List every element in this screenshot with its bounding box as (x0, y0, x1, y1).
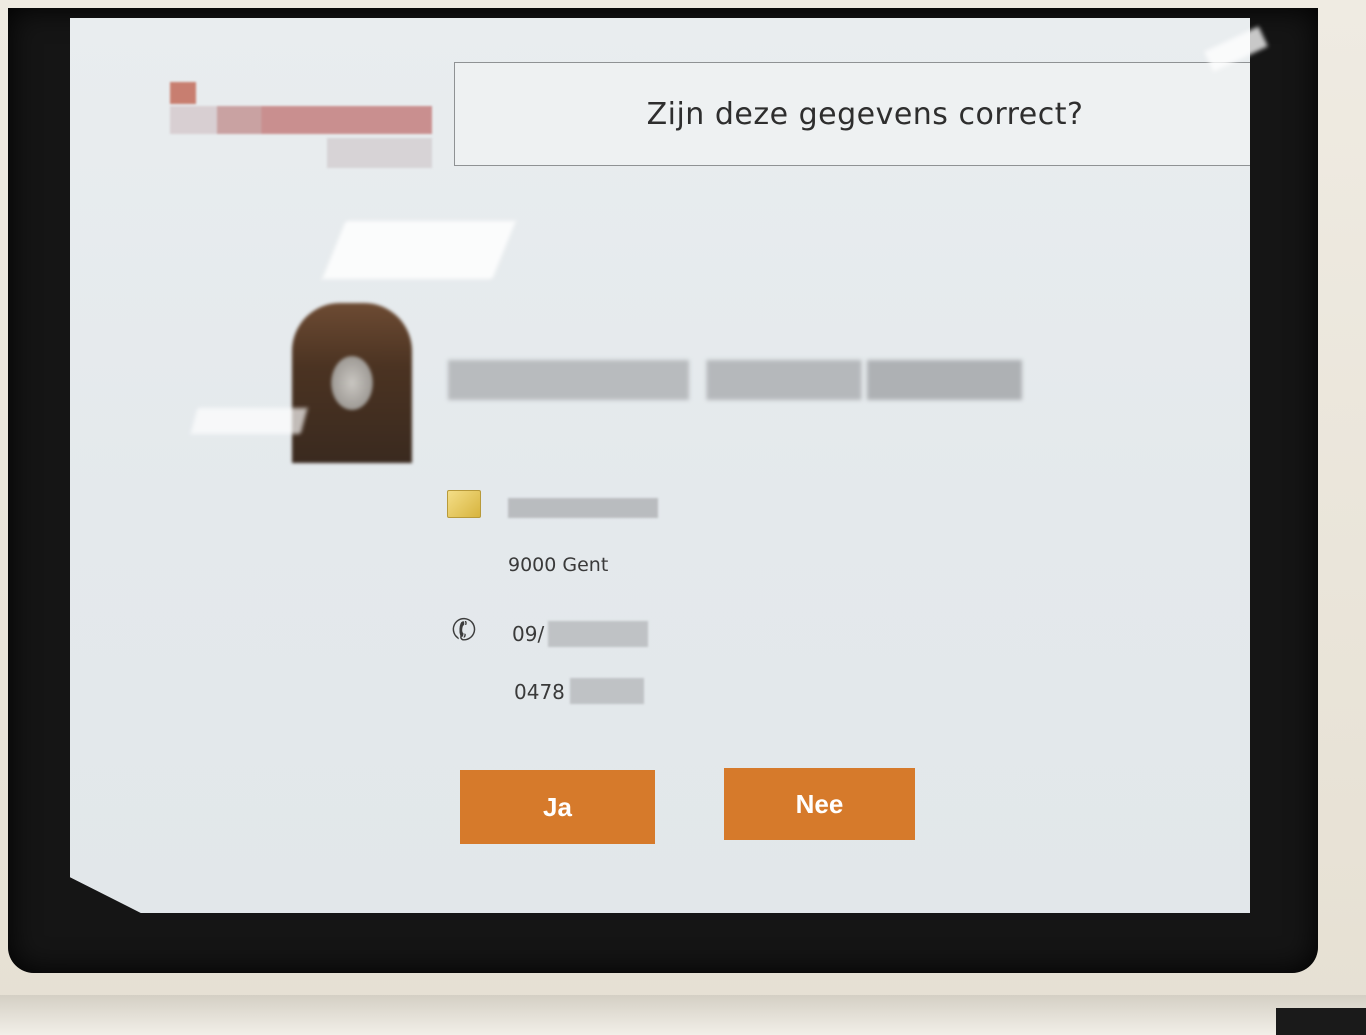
yes-button[interactable]: Ja (460, 770, 655, 844)
street-redacted (508, 498, 658, 518)
kiosk-ledge (0, 995, 1366, 1035)
phone-icon: ✆ (446, 609, 483, 652)
screen-glare (322, 221, 516, 279)
city-label: 9000 Gent (508, 554, 609, 576)
phone-landline: 09/ (512, 622, 545, 646)
title-box: Zijn deze gegevens correct? (454, 62, 1250, 166)
phone-mobile-redacted (570, 678, 644, 704)
phone-mobile: 0478 (514, 680, 565, 704)
id-photo (292, 303, 412, 463)
kiosk-housing: Zijn deze gegevens correct? 9000 Gent ✆ … (0, 0, 1366, 1035)
address-card-icon (447, 490, 481, 518)
screen-glare (190, 408, 308, 434)
phone-landline-redacted (548, 621, 648, 647)
logo (170, 68, 432, 178)
page-title: Zijn deze gegevens correct? (646, 96, 1084, 132)
person-name-redacted (448, 360, 1022, 400)
device-slot (1276, 1008, 1366, 1035)
screen-bezel: Zijn deze gegevens correct? 9000 Gent ✆ … (8, 8, 1318, 973)
kiosk-screen: Zijn deze gegevens correct? 9000 Gent ✆ … (70, 18, 1250, 913)
no-button[interactable]: Nee (724, 768, 915, 840)
